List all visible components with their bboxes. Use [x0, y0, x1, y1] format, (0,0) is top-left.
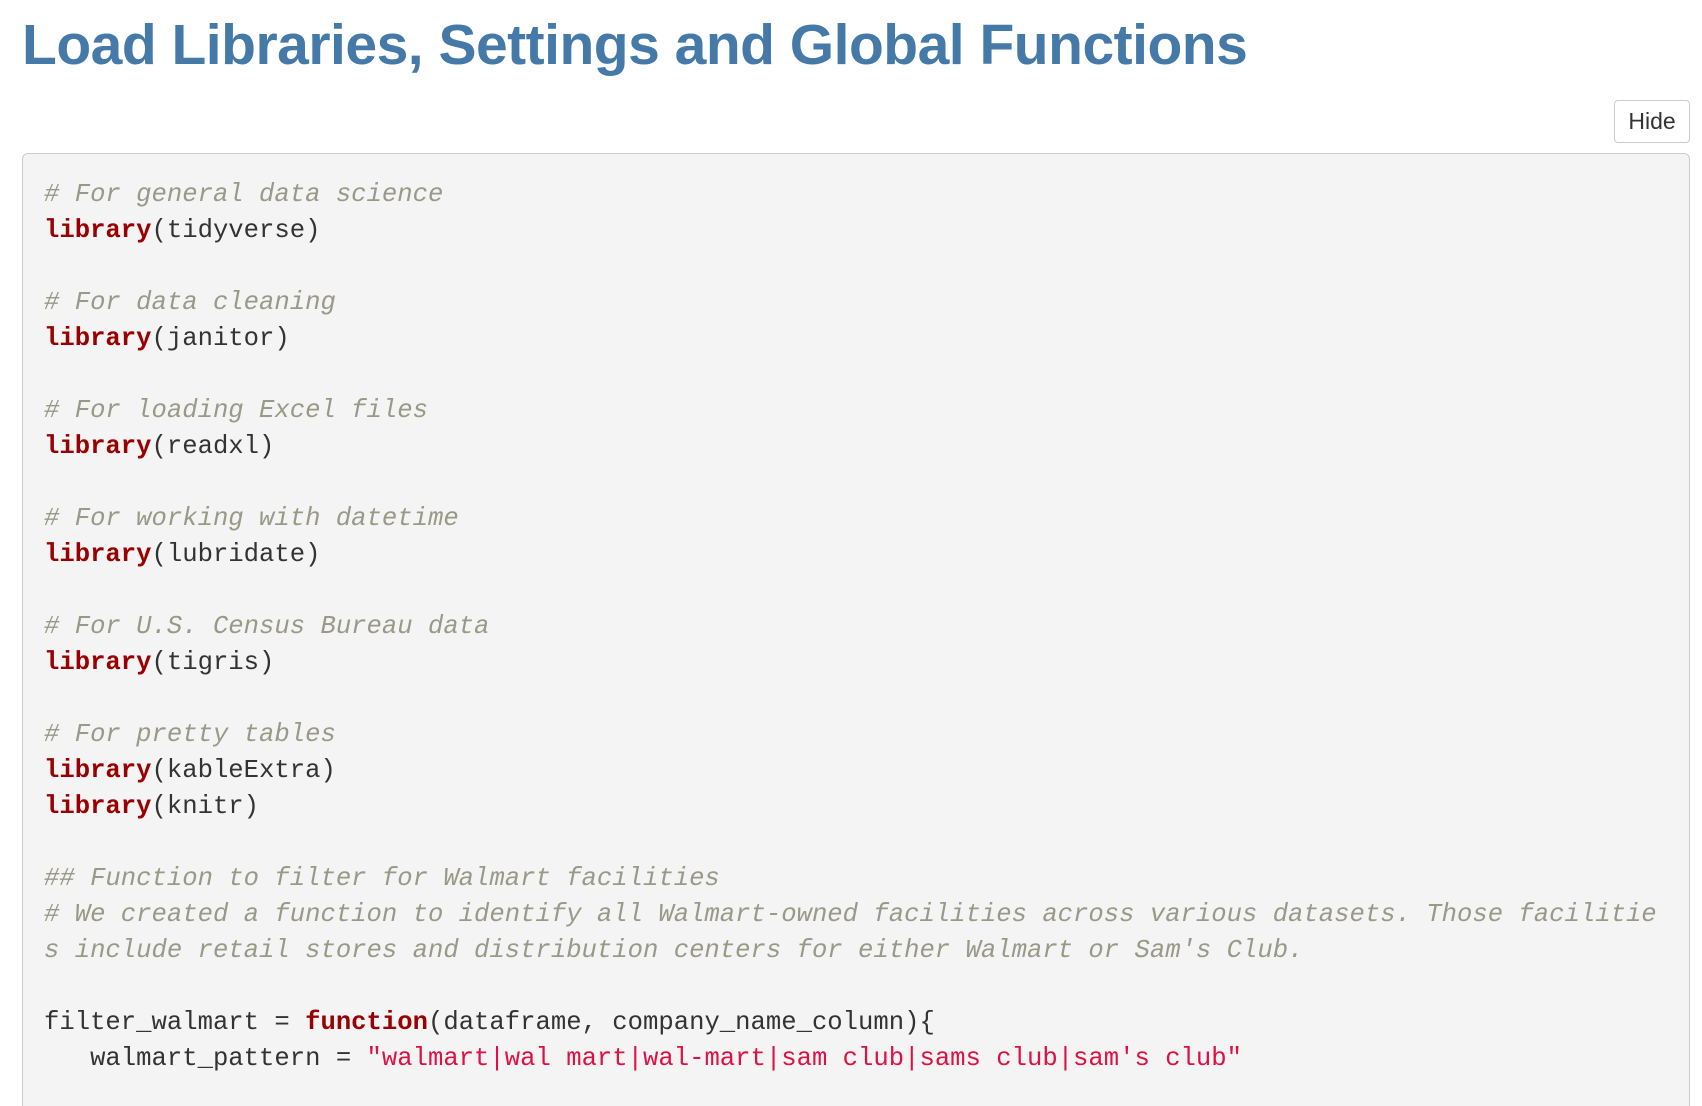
- code-token-plain: filter_walmart =: [44, 1008, 306, 1037]
- code-line: library(knitr): [44, 789, 1669, 825]
- code-line: ​: [44, 969, 1669, 1005]
- code-token-keyword: function: [305, 1008, 428, 1037]
- code-token-plain: (tidyverse): [151, 216, 321, 245]
- code-line: # For data cleaning: [44, 285, 1669, 321]
- code-line: filter_walmart = function(dataframe, com…: [44, 1005, 1669, 1041]
- code-line: ​: [44, 573, 1669, 609]
- code-line: # For working with datetime: [44, 501, 1669, 537]
- code-line: library(tidyverse): [44, 213, 1669, 249]
- code-token-keyword: library: [44, 792, 152, 821]
- code-listing: # For general data science library(tidyve…: [44, 177, 1669, 1077]
- code-token-plain: (knitr): [151, 792, 260, 821]
- code-token-plain: walmart_pattern =: [44, 1044, 367, 1073]
- page-title: Load Libraries, Settings and Global Func…: [22, 13, 1248, 77]
- code-block[interactable]: # For general data science library(tidyve…: [22, 153, 1690, 1106]
- code-token-keyword: library: [44, 756, 152, 785]
- code-line: library(kableExtra): [44, 753, 1669, 789]
- code-line: ​: [44, 825, 1669, 861]
- code-line: library(janitor): [44, 321, 1669, 357]
- code-line: library(tigris): [44, 645, 1669, 681]
- code-token-keyword: library: [44, 432, 152, 461]
- code-token-plain: (kableExtra): [151, 756, 336, 785]
- code-line: # For pretty tables: [44, 717, 1669, 753]
- code-token-plain: (tigris): [151, 648, 275, 677]
- code-token-plain: (readxl): [151, 432, 275, 461]
- code-line: # We created a function to identify all …: [44, 897, 1669, 969]
- code-token-plain: (lubridate): [151, 540, 321, 569]
- code-line: ## Function to filter for Walmart facili…: [44, 861, 1669, 897]
- code-line: library(readxl): [44, 429, 1669, 465]
- code-token-keyword: library: [44, 324, 152, 353]
- code-line: ​: [44, 465, 1669, 501]
- code-token-comment: # For data cleaning: [44, 288, 336, 317]
- code-token-comment: # For loading Excel files: [44, 396, 428, 425]
- code-token-string: "walmart|wal mart|wal-mart|sam club|sams…: [366, 1044, 1242, 1073]
- code-token-comment: # For pretty tables: [44, 720, 336, 749]
- code-token-keyword: library: [44, 216, 152, 245]
- code-line: library(lubridate): [44, 537, 1669, 573]
- code-line: # For general data science: [44, 177, 1669, 213]
- code-line: ​: [44, 681, 1669, 717]
- code-token-comment: ## Function to filter for Walmart facili…: [44, 864, 720, 893]
- code-line: walmart_pattern = "walmart|wal mart|wal-…: [44, 1041, 1669, 1077]
- code-token-comment: # We created a function to identify all …: [44, 900, 1657, 965]
- code-token-keyword: library: [44, 540, 152, 569]
- code-line: ​: [44, 357, 1669, 393]
- code-token-plain: (dataframe, company_name_column){: [427, 1008, 935, 1037]
- code-token-plain: (janitor): [151, 324, 290, 353]
- code-token-comment: # For general data science: [44, 180, 444, 209]
- code-line: # For loading Excel files: [44, 393, 1669, 429]
- code-token-keyword: library: [44, 648, 152, 677]
- hide-code-button[interactable]: Hide: [1614, 100, 1690, 143]
- code-line: ​: [44, 249, 1669, 285]
- code-token-comment: # For U.S. Census Bureau data: [44, 612, 490, 641]
- code-line: # For U.S. Census Bureau data: [44, 609, 1669, 645]
- code-token-comment: # For working with datetime: [44, 504, 459, 533]
